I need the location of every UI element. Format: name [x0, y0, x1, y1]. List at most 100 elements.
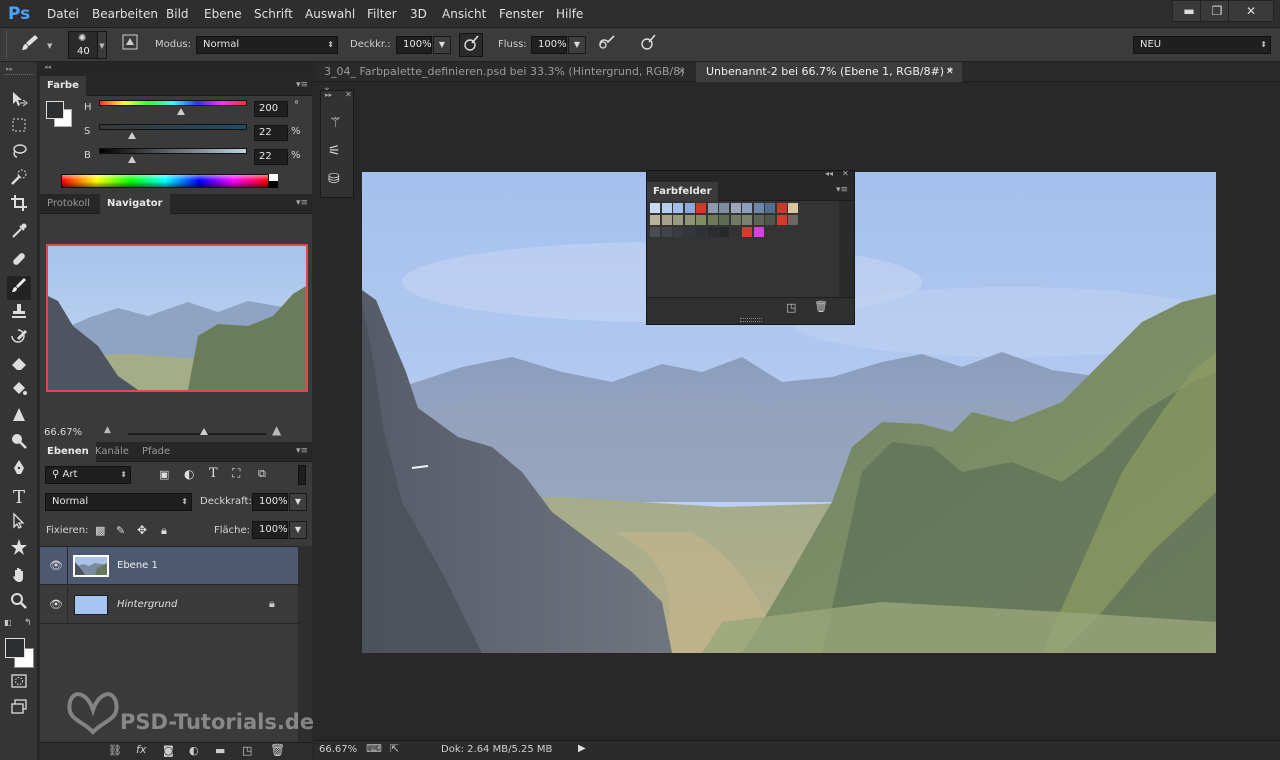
color-swatch[interactable]: [753, 215, 764, 225]
panel-menu-icon[interactable]: ▾≡: [296, 80, 308, 90]
eraser-tool-icon[interactable]: [7, 354, 31, 378]
color-swatch[interactable]: [684, 215, 695, 225]
brush-presets-icon[interactable]: ⚚: [329, 115, 342, 131]
lock-transparent-icon[interactable]: ▩: [95, 524, 105, 537]
filter-toggle[interactable]: [298, 465, 306, 485]
saturation-slider-thumb[interactable]: [127, 132, 136, 139]
menu-datei[interactable]: Datei: [47, 7, 79, 21]
color-swatch[interactable]: [650, 215, 660, 225]
color-swatch[interactable]: [742, 203, 752, 213]
lasso-tool-icon[interactable]: [7, 142, 31, 166]
workspace-select[interactable]: NEU ⬍: [1133, 36, 1271, 54]
color-swatch[interactable]: [661, 215, 672, 225]
pen-tool-icon[interactable]: [7, 458, 31, 482]
move-tool-icon[interactable]: [7, 90, 31, 114]
document-tab[interactable]: 3_04_ Farbpalette_definieren.psd bei 33.…: [314, 62, 688, 98]
clone-stamp-tool-icon[interactable]: [7, 302, 31, 326]
color-swatch[interactable]: [788, 215, 798, 225]
swap-colors-icon[interactable]: ↰: [24, 618, 32, 628]
add-mask-icon[interactable]: ◙: [163, 744, 174, 757]
lock-all-icon[interactable]: 🔒︎: [161, 524, 167, 538]
fill-dropdown[interactable]: ▼: [289, 521, 307, 539]
document-tab-active[interactable]: Unbenannt-2 bei 66.7% (Ebene 1, RGB/8#) …: [696, 62, 962, 82]
filter-shape-icon[interactable]: ⛶: [232, 466, 240, 481]
color-swatch[interactable]: [719, 203, 729, 213]
color-swatch[interactable]: [788, 203, 798, 213]
close-button[interactable]: ✕: [1228, 0, 1274, 22]
expand-dock-icon[interactable]: ◂◂: [44, 63, 51, 71]
navigator-preview[interactable]: [46, 244, 308, 392]
filter-smart-object-icon[interactable]: ⧉: [258, 467, 266, 481]
new-layer-icon[interactable]: ◳: [242, 744, 252, 757]
menu-filter[interactable]: Filter: [367, 7, 397, 21]
color-swatch[interactable]: [753, 227, 764, 237]
dodge-tool-icon[interactable]: [7, 432, 31, 456]
pressure-size-icon[interactable]: [636, 33, 660, 57]
lock-image-icon[interactable]: ✎: [116, 524, 125, 537]
tab-navigator[interactable]: Navigator: [100, 194, 170, 214]
zoom-slider-thumb[interactable]: [199, 428, 208, 435]
brush-panel-icon[interactable]: ⚟: [328, 143, 341, 159]
trash-icon[interactable]: 🗑︎: [814, 300, 828, 313]
color-swatch[interactable]: [707, 215, 718, 225]
ramp-black[interactable]: [269, 181, 278, 188]
filter-pixel-icon[interactable]: ▣: [159, 468, 169, 481]
collapse-icon[interactable]: ◂◂: [825, 169, 833, 178]
color-swatch[interactable]: [673, 215, 683, 225]
marquee-tool-icon[interactable]: [7, 116, 31, 140]
eyedropper-tool-icon[interactable]: [7, 222, 31, 246]
layer-opacity-dropdown[interactable]: ▼: [289, 493, 307, 511]
color-swatch[interactable]: [765, 215, 775, 225]
zoom-in-icon[interactable]: ▲: [272, 423, 281, 437]
layer-name[interactable]: Hintergrund: [117, 599, 177, 610]
flow-dropdown[interactable]: ▼: [568, 36, 586, 54]
close-strip-icon[interactable]: ✕: [345, 90, 352, 99]
tab-farbe[interactable]: Farbe: [40, 76, 86, 96]
color-swatch[interactable]: [719, 215, 729, 225]
color-swatch[interactable]: [730, 203, 741, 213]
color-swatch[interactable]: [661, 203, 672, 213]
custom-shape-tool-icon[interactable]: [7, 538, 31, 562]
flow-input[interactable]: 100%: [531, 36, 567, 54]
b-input[interactable]: 22: [254, 149, 288, 165]
brush-tool-icon[interactable]: [7, 276, 31, 300]
clone-source-icon[interactable]: ⛁: [328, 171, 340, 187]
export-icon[interactable]: ⇱: [390, 742, 399, 755]
status-menu-arrow[interactable]: ▶: [578, 743, 586, 754]
crop-tool-icon[interactable]: [7, 194, 31, 218]
airbrush-icon[interactable]: [595, 33, 619, 57]
color-swatch[interactable]: [696, 215, 706, 225]
layer-name[interactable]: Ebene 1: [117, 560, 158, 571]
sharpen-tool-icon[interactable]: [7, 406, 31, 430]
hue-slider[interactable]: [99, 100, 247, 106]
eye-icon[interactable]: 👁︎: [49, 598, 63, 611]
brush-size-picker[interactable]: ✺ 40: [68, 31, 98, 59]
new-swatch-icon[interactable]: ◳: [786, 301, 796, 314]
layer-row[interactable]: 👁︎ Hintergrund 🔒︎: [40, 586, 298, 624]
expand-panels-icon[interactable]: ▸▸: [325, 91, 332, 99]
status-zoom[interactable]: 66.67%: [319, 744, 357, 755]
paint-bucket-tool-icon[interactable]: [7, 380, 31, 404]
color-swatch[interactable]: [730, 215, 741, 225]
color-swatch[interactable]: [673, 203, 683, 213]
swatches-titlebar[interactable]: ◂◂ ✕: [647, 169, 854, 182]
color-swatch[interactable]: [696, 203, 706, 213]
layer-filter-select[interactable]: ⚲ Art ⬍: [45, 466, 131, 484]
foreground-color-swatch[interactable]: [5, 638, 25, 658]
menu-3d[interactable]: 3D: [410, 7, 427, 21]
close-icon[interactable]: ✕: [842, 169, 849, 178]
layer-opacity-input[interactable]: 100%: [252, 493, 288, 511]
brightness-slider-thumb[interactable]: [127, 156, 136, 163]
color-swatch[interactable]: [776, 215, 787, 225]
type-tool-icon[interactable]: T: [7, 486, 31, 510]
color-swatch[interactable]: [742, 227, 752, 237]
opacity-dropdown[interactable]: ▼: [433, 36, 451, 54]
panel-menu-icon[interactable]: ▾≡: [836, 185, 848, 195]
s-input[interactable]: 22: [254, 125, 288, 141]
adjustment-layer-icon[interactable]: ◐: [189, 744, 199, 757]
menu-hilfe[interactable]: Hilfe: [556, 7, 583, 21]
zoom-slider-track[interactable]: [128, 433, 266, 435]
tab-kanaele[interactable]: Kanäle: [88, 442, 136, 462]
mode-select[interactable]: Normal ⬍: [196, 36, 338, 54]
menu-ansicht[interactable]: Ansicht: [442, 7, 486, 21]
